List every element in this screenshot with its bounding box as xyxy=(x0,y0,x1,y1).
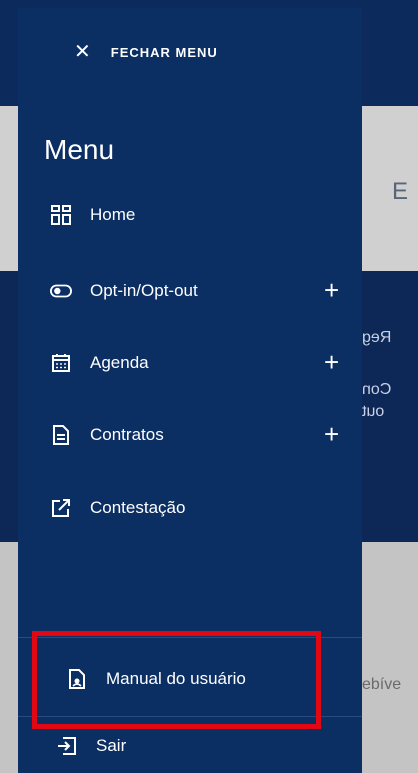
toggle-icon xyxy=(50,280,72,302)
expand-opt-in-button[interactable]: + xyxy=(324,277,339,303)
menu-item-opt-in-opt-out[interactable]: Opt-in/Opt-out xyxy=(50,280,198,302)
menu-item-label: Opt-in/Opt-out xyxy=(90,281,198,300)
close-menu-label: FECHAR MENU xyxy=(110,44,218,60)
background-partial-text: Con xyxy=(362,381,392,398)
menu-item-contestacao[interactable]: Contestação xyxy=(50,497,185,519)
close-icon: ✕ xyxy=(74,41,91,63)
grid-icon xyxy=(50,204,72,226)
calendar-icon xyxy=(50,352,72,374)
highlight-box xyxy=(32,631,321,729)
menu-item-home[interactable]: Home xyxy=(50,204,135,226)
menu-item-label: Contratos xyxy=(90,425,164,444)
menu-item-contratos[interactable]: Contratos xyxy=(50,424,164,446)
expand-agenda-button[interactable]: + xyxy=(324,349,339,375)
expand-contratos-button[interactable]: + xyxy=(324,421,339,447)
menu-item-label: Agenda xyxy=(90,353,149,372)
logout-icon xyxy=(56,735,78,757)
background-partial-text: E xyxy=(392,178,409,205)
menu-title: Menu xyxy=(44,134,115,165)
menu-item-agenda[interactable]: Agenda xyxy=(50,352,149,374)
background-partial-text: ebíve xyxy=(362,676,402,693)
document-icon xyxy=(50,424,72,446)
external-link-icon xyxy=(50,497,72,519)
background-partial-text: out xyxy=(362,403,385,420)
menu-item-sair[interactable]: Sair xyxy=(56,735,126,757)
menu-item-label: Home xyxy=(90,205,136,224)
menu-item-label: Sair xyxy=(96,736,127,755)
background-partial-text: Reg xyxy=(362,329,392,346)
menu-item-label: Contestação xyxy=(90,498,186,517)
close-menu-button[interactable]: ✕ FECHAR MENU xyxy=(74,42,218,62)
